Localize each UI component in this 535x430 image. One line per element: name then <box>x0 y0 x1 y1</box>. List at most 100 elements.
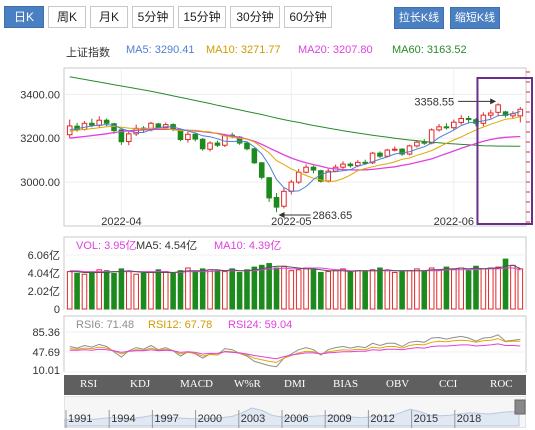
timeline-year-label: 2012 <box>370 413 394 425</box>
indicator-tab-rsi[interactable]: RSI <box>80 378 97 390</box>
candle-up <box>340 163 346 168</box>
indicator-tab-kdj[interactable]: KDJ <box>130 378 150 390</box>
tab-30min[interactable]: 30分钟 <box>230 6 280 28</box>
rsi-ytick-label: 10.01 <box>32 365 60 377</box>
indicator-tab-wr[interactable]: W%R <box>234 378 261 390</box>
volume-bar-down <box>229 268 235 310</box>
volume-bar-up <box>510 264 516 310</box>
volume-bar-down <box>347 271 354 310</box>
candle-down <box>465 117 472 121</box>
candle-up <box>414 141 420 147</box>
volume-bar-down <box>273 267 280 310</box>
shrink-kline-button[interactable]: 缩短K线 <box>450 7 500 29</box>
volume-bar-up <box>340 268 346 310</box>
volume-bar-up <box>495 266 501 310</box>
volume-bar-down <box>443 266 450 310</box>
volume-bar-down <box>377 267 383 310</box>
price-ytick-label: 3200.00 <box>20 133 60 145</box>
price-ytick-label: 3000.00 <box>20 177 60 189</box>
volume-bar-up <box>428 267 435 310</box>
volume-bar-up <box>487 267 494 310</box>
candle-down <box>244 142 250 150</box>
timeline-year-label: 2006 <box>284 413 308 425</box>
candle-up <box>517 108 524 117</box>
candle-down <box>258 162 265 178</box>
rsi-legend-rsi6: RSI6: 71.48 <box>76 319 134 331</box>
price-xtick-label: 2022-04 <box>101 216 141 228</box>
candle-down <box>443 126 450 129</box>
rsi-legend-rsi24: RSI24: 59.04 <box>228 319 292 331</box>
volume-bar-up <box>332 270 339 310</box>
volume-ytick-label: 6.06亿 <box>28 249 60 262</box>
indicator-tab-obv[interactable]: OBV <box>386 378 409 390</box>
candle-up <box>487 112 494 116</box>
tab-weekly[interactable]: 周K <box>48 6 86 28</box>
volume-bar-down <box>421 271 428 310</box>
volume-bar-down <box>244 269 250 310</box>
candle-up <box>428 129 435 144</box>
candle-down <box>273 196 280 208</box>
volume-bar-up <box>96 269 103 310</box>
indicator-tabs: RSI KDJ MACD W%R DMI BIAS OBV CCI ROC <box>64 375 526 395</box>
candle-up <box>66 125 73 136</box>
candle-up <box>207 142 213 150</box>
candle-up <box>126 133 132 143</box>
indicator-tab-bias[interactable]: BIAS <box>333 378 358 390</box>
volume-bar-up <box>281 265 287 310</box>
price-xtick-label: 2022-05 <box>271 216 311 228</box>
volume-bar-up <box>148 271 154 310</box>
tab-daily[interactable]: 日K <box>4 6 44 28</box>
volume-bar-up <box>391 271 398 310</box>
indicator-tab-roc[interactable]: ROC <box>490 378 513 390</box>
volume-legend-vol: VOL: 3.95亿 <box>76 239 137 252</box>
volume-bar-up <box>222 271 228 310</box>
candle-down <box>214 142 221 146</box>
price-ytick-label: 3400.00 <box>20 89 60 101</box>
annotation-high: 3358.55 <box>414 96 454 108</box>
volume-bar-up <box>295 269 302 310</box>
candle-down <box>192 133 199 140</box>
timeline-handle <box>514 399 526 415</box>
ma10-legend: MA10: 3271.77 <box>206 44 281 56</box>
volume-bar-up <box>133 273 139 310</box>
candle-down <box>421 141 428 144</box>
volume-bar-up <box>325 271 332 310</box>
ma20-legend: MA20: 3207.80 <box>298 44 373 56</box>
volume-bar-up <box>355 270 361 310</box>
timeline-year-label: 1994 <box>111 413 135 425</box>
volume-bar-down <box>192 271 199 310</box>
candle-up <box>303 166 309 173</box>
history-timeline[interactable]: 1991 1994 1997 2000 2003 2006 2009 2012 2015 2018 <box>64 396 526 428</box>
candle-up <box>436 126 442 131</box>
candle-down <box>266 177 272 199</box>
volume-bar-up <box>458 267 464 310</box>
stretch-kline-button[interactable]: 拉长K线 <box>394 7 444 29</box>
indicator-tab-macd[interactable]: MACD <box>180 378 213 390</box>
volume-bar-up <box>303 267 309 310</box>
candle-up <box>406 145 413 155</box>
rsi-legend-rsi12: RSI12: 67.78 <box>148 319 212 331</box>
volume-bar-up <box>414 268 420 310</box>
volume-bar-down <box>399 271 405 310</box>
volume-bar-up <box>288 270 295 310</box>
volume-bar-down <box>74 272 80 310</box>
tab-5min[interactable]: 5分钟 <box>132 6 174 28</box>
price-plot-frame <box>63 67 527 227</box>
volume-bar-up <box>451 268 457 310</box>
indicator-tab-cci[interactable]: CCI <box>439 378 457 390</box>
annotation-low: 2863.65 <box>313 210 353 222</box>
timeline-year-label: 2000 <box>198 413 222 425</box>
tab-60min[interactable]: 60分钟 <box>284 6 332 28</box>
candle-up <box>451 121 457 129</box>
tab-15min[interactable]: 15分钟 <box>178 6 226 28</box>
volume-bar-down <box>266 263 272 310</box>
candle-up <box>81 122 88 130</box>
volume-bar-up <box>126 271 132 310</box>
volume-bar-down <box>473 265 479 310</box>
candle-up <box>391 148 398 151</box>
indicator-tab-dmi[interactable]: DMI <box>284 378 305 390</box>
volume-bar-up <box>384 270 391 310</box>
tab-monthly[interactable]: 月K <box>90 6 128 28</box>
volume-legend-ma5: MA5: 4.54亿 <box>136 239 197 252</box>
candle-down <box>377 152 383 157</box>
